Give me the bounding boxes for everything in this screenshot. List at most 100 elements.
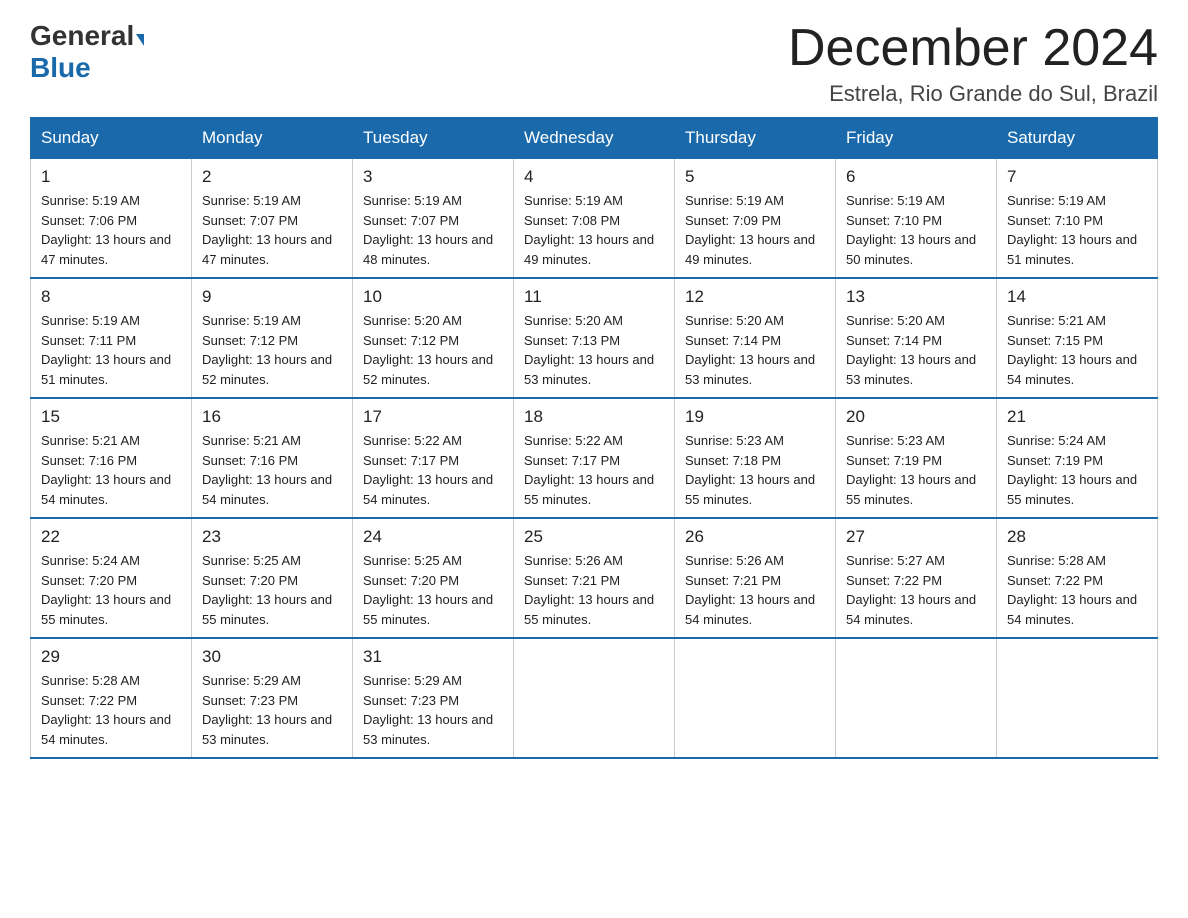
calendar-cell: 28 Sunrise: 5:28 AMSunset: 7:22 PMDayligh… (997, 518, 1158, 638)
calendar-cell: 16Sunrise: 5:21 AMSunset: 7:16 PMDayligh… (192, 398, 353, 518)
logo-general-text: General (30, 20, 134, 52)
day-info: Sunrise: 5:19 AMSunset: 7:07 PMDaylight:… (363, 191, 503, 269)
calendar-cell: 15Sunrise: 5:21 AMSunset: 7:16 PMDayligh… (31, 398, 192, 518)
day-number: 12 (685, 287, 825, 307)
day-number: 2 (202, 167, 342, 187)
day-number: 18 (524, 407, 664, 427)
day-number: 28 (1007, 527, 1147, 547)
day-info: Sunrise: 5:20 AMSunset: 7:14 PMDaylight:… (685, 311, 825, 389)
calendar-cell: 29 Sunrise: 5:28 AMSunset: 7:22 PMDayligh… (31, 638, 192, 758)
day-info: Sunrise: 5:19 AMSunset: 7:07 PMDaylight:… (202, 191, 342, 269)
day-info: Sunrise: 5:19 AMSunset: 7:11 PMDaylight:… (41, 311, 181, 389)
day-number: 3 (363, 167, 503, 187)
day-number: 29 (41, 647, 181, 667)
day-number: 7 (1007, 167, 1147, 187)
calendar-week-3: 15Sunrise: 5:21 AMSunset: 7:16 PMDayligh… (31, 398, 1158, 518)
calendar-week-4: 22 Sunrise: 5:24 AMSunset: 7:20 PMDayligh… (31, 518, 1158, 638)
day-info: Sunrise: 5:19 AMSunset: 7:10 PMDaylight:… (846, 191, 986, 269)
day-number: 20 (846, 407, 986, 427)
month-title: December 2024 (788, 20, 1158, 77)
col-header-wednesday: Wednesday (514, 118, 675, 159)
day-number: 6 (846, 167, 986, 187)
day-number: 27 (846, 527, 986, 547)
calendar-cell: 8Sunrise: 5:19 AMSunset: 7:11 PMDaylight… (31, 278, 192, 398)
day-info: Sunrise: 5:29 AMSunset: 7:23 PMDaylight:… (363, 671, 503, 749)
calendar-cell: 7Sunrise: 5:19 AMSunset: 7:10 PMDaylight… (997, 159, 1158, 279)
day-info: Sunrise: 5:26 AMSunset: 7:21 PMDaylight:… (685, 551, 825, 629)
calendar-cell: 18Sunrise: 5:22 AMSunset: 7:17 PMDayligh… (514, 398, 675, 518)
day-number: 22 (41, 527, 181, 547)
day-info: Sunrise: 5:23 AMSunset: 7:18 PMDaylight:… (685, 431, 825, 509)
day-number: 23 (202, 527, 342, 547)
calendar-cell: 2 Sunrise: 5:19 AMSunset: 7:07 PMDaylight… (192, 159, 353, 279)
calendar-cell: 12 Sunrise: 5:20 AMSunset: 7:14 PMDayligh… (675, 278, 836, 398)
day-info: Sunrise: 5:21 AMSunset: 7:15 PMDaylight:… (1007, 311, 1147, 389)
calendar-cell: 26Sunrise: 5:26 AMSunset: 7:21 PMDayligh… (675, 518, 836, 638)
calendar-cell (514, 638, 675, 758)
calendar-cell: 9 Sunrise: 5:19 AMSunset: 7:12 PMDaylight… (192, 278, 353, 398)
day-info: Sunrise: 5:29 AMSunset: 7:23 PMDaylight:… (202, 671, 342, 749)
day-number: 15 (41, 407, 181, 427)
logo-blue-text: Blue (30, 52, 91, 84)
day-number: 25 (524, 527, 664, 547)
calendar-cell: 3 Sunrise: 5:19 AMSunset: 7:07 PMDaylight… (353, 159, 514, 279)
day-number: 13 (846, 287, 986, 307)
day-info: Sunrise: 5:19 AMSunset: 7:12 PMDaylight:… (202, 311, 342, 389)
calendar-cell: 22 Sunrise: 5:24 AMSunset: 7:20 PMDayligh… (31, 518, 192, 638)
calendar-cell: 13 Sunrise: 5:20 AMSunset: 7:14 PMDayligh… (836, 278, 997, 398)
calendar-cell: 17 Sunrise: 5:22 AMSunset: 7:17 PMDayligh… (353, 398, 514, 518)
day-info: Sunrise: 5:28 AMSunset: 7:22 PMDaylight:… (1007, 551, 1147, 629)
day-number: 1 (41, 167, 181, 187)
day-info: Sunrise: 5:25 AMSunset: 7:20 PMDaylight:… (202, 551, 342, 629)
day-number: 24 (363, 527, 503, 547)
calendar-cell: 6 Sunrise: 5:19 AMSunset: 7:10 PMDaylight… (836, 159, 997, 279)
day-number: 10 (363, 287, 503, 307)
day-number: 14 (1007, 287, 1147, 307)
col-header-tuesday: Tuesday (353, 118, 514, 159)
day-info: Sunrise: 5:24 AMSunset: 7:19 PMDaylight:… (1007, 431, 1147, 509)
calendar-cell: 20 Sunrise: 5:23 AMSunset: 7:19 PMDayligh… (836, 398, 997, 518)
day-info: Sunrise: 5:19 AMSunset: 7:09 PMDaylight:… (685, 191, 825, 269)
day-number: 4 (524, 167, 664, 187)
calendar-cell: 19Sunrise: 5:23 AMSunset: 7:18 PMDayligh… (675, 398, 836, 518)
col-header-thursday: Thursday (675, 118, 836, 159)
day-number: 31 (363, 647, 503, 667)
calendar-week-5: 29 Sunrise: 5:28 AMSunset: 7:22 PMDayligh… (31, 638, 1158, 758)
calendar-cell: 27 Sunrise: 5:27 AMSunset: 7:22 PMDayligh… (836, 518, 997, 638)
calendar-cell: 5Sunrise: 5:19 AMSunset: 7:09 PMDaylight… (675, 159, 836, 279)
calendar-cell: 31 Sunrise: 5:29 AMSunset: 7:23 PMDayligh… (353, 638, 514, 758)
calendar-cell: 21Sunrise: 5:24 AMSunset: 7:19 PMDayligh… (997, 398, 1158, 518)
col-header-monday: Monday (192, 118, 353, 159)
calendar-week-2: 8Sunrise: 5:19 AMSunset: 7:11 PMDaylight… (31, 278, 1158, 398)
col-header-friday: Friday (836, 118, 997, 159)
day-info: Sunrise: 5:24 AMSunset: 7:20 PMDaylight:… (41, 551, 181, 629)
day-info: Sunrise: 5:25 AMSunset: 7:20 PMDaylight:… (363, 551, 503, 629)
page-header: General Blue December 2024 Estrela, Rio … (30, 20, 1158, 107)
day-number: 11 (524, 287, 664, 307)
day-info: Sunrise: 5:20 AMSunset: 7:12 PMDaylight:… (363, 311, 503, 389)
day-info: Sunrise: 5:20 AMSunset: 7:14 PMDaylight:… (846, 311, 986, 389)
calendar-cell: 14 Sunrise: 5:21 AMSunset: 7:15 PMDayligh… (997, 278, 1158, 398)
day-info: Sunrise: 5:20 AMSunset: 7:13 PMDaylight:… (524, 311, 664, 389)
day-info: Sunrise: 5:27 AMSunset: 7:22 PMDaylight:… (846, 551, 986, 629)
calendar-cell: 25 Sunrise: 5:26 AMSunset: 7:21 PMDayligh… (514, 518, 675, 638)
title-block: December 2024 Estrela, Rio Grande do Sul… (788, 20, 1158, 107)
calendar-cell: 10 Sunrise: 5:20 AMSunset: 7:12 PMDayligh… (353, 278, 514, 398)
day-number: 9 (202, 287, 342, 307)
calendar-cell: 4Sunrise: 5:19 AMSunset: 7:08 PMDaylight… (514, 159, 675, 279)
day-number: 17 (363, 407, 503, 427)
location: Estrela, Rio Grande do Sul, Brazil (788, 81, 1158, 107)
day-info: Sunrise: 5:23 AMSunset: 7:19 PMDaylight:… (846, 431, 986, 509)
calendar-cell (675, 638, 836, 758)
day-info: Sunrise: 5:22 AMSunset: 7:17 PMDaylight:… (363, 431, 503, 509)
calendar-cell: 11 Sunrise: 5:20 AMSunset: 7:13 PMDayligh… (514, 278, 675, 398)
day-number: 30 (202, 647, 342, 667)
logo: General Blue (30, 20, 144, 84)
calendar-cell (997, 638, 1158, 758)
calendar-cell (836, 638, 997, 758)
day-info: Sunrise: 5:26 AMSunset: 7:21 PMDaylight:… (524, 551, 664, 629)
calendar-table: SundayMondayTuesdayWednesdayThursdayFrid… (30, 117, 1158, 759)
day-info: Sunrise: 5:19 AMSunset: 7:06 PMDaylight:… (41, 191, 181, 269)
calendar-cell: 1 Sunrise: 5:19 AMSunset: 7:06 PMDaylight… (31, 159, 192, 279)
day-info: Sunrise: 5:28 AMSunset: 7:22 PMDaylight:… (41, 671, 181, 749)
